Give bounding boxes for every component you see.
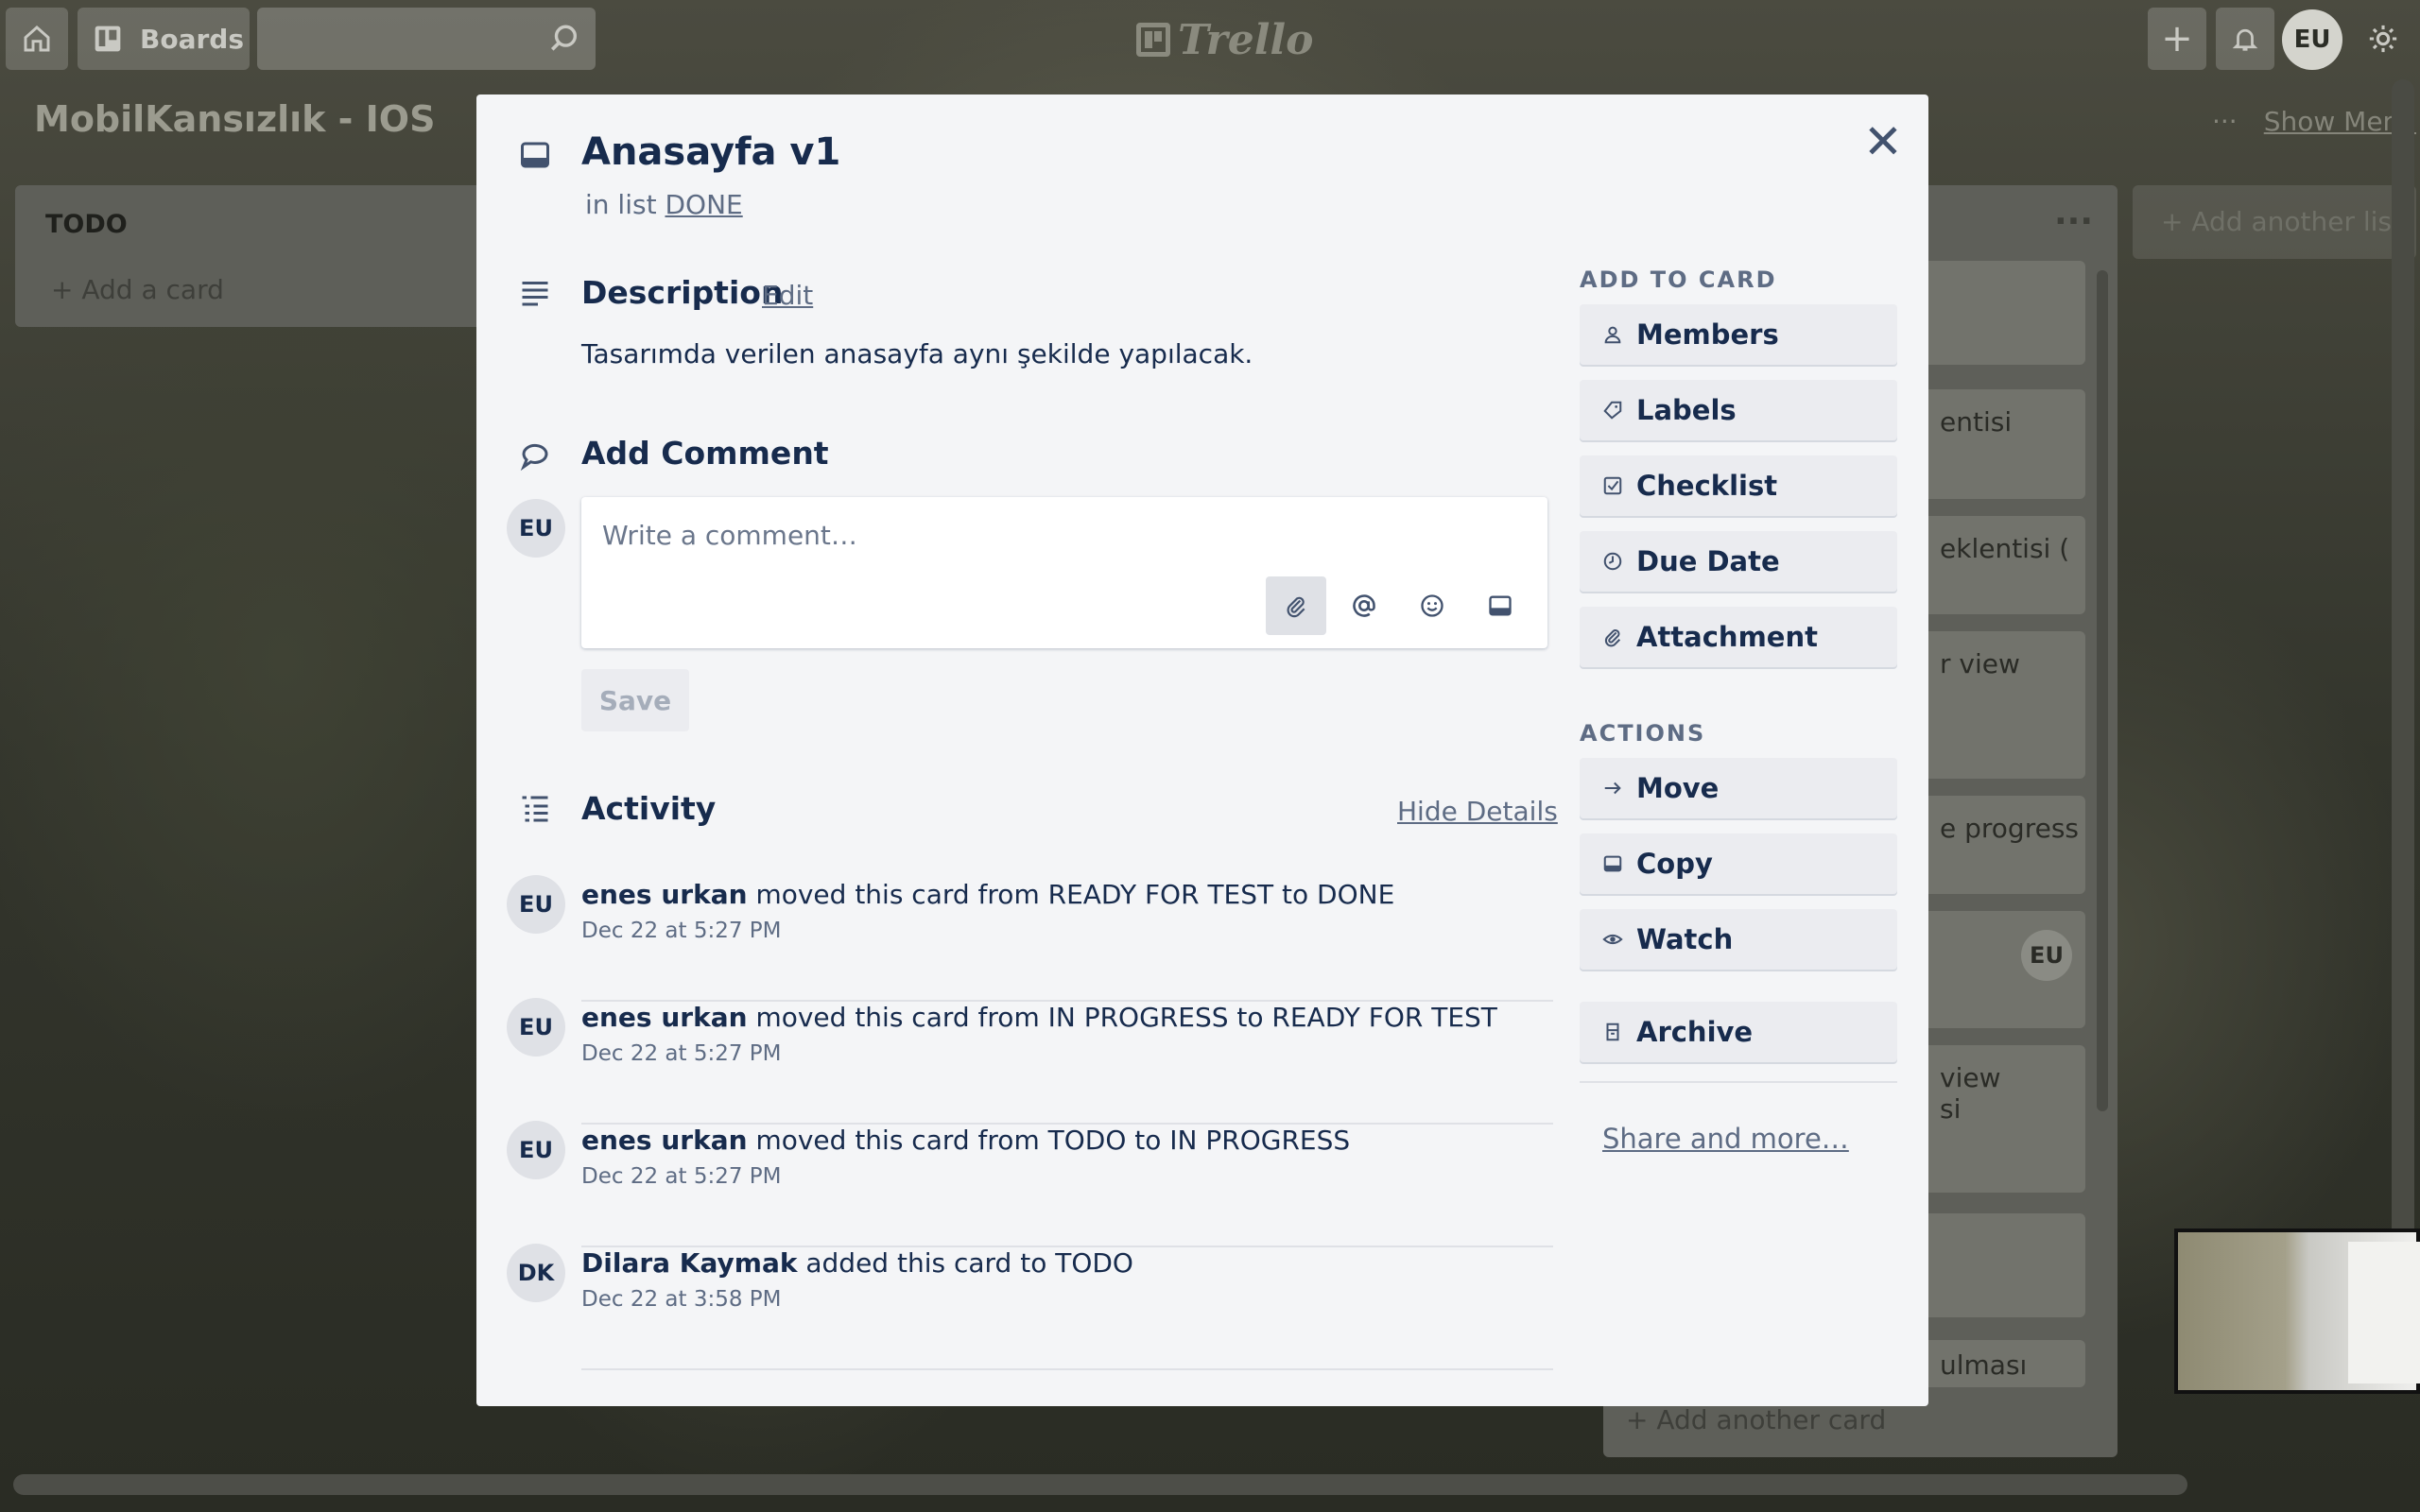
archive-icon <box>1599 1002 1627 1062</box>
activity-user[interactable]: enes urkan <box>581 879 748 910</box>
archive-label: Archive <box>1636 1016 1754 1048</box>
paperclip-icon <box>1599 607 1627 667</box>
card-icon <box>516 136 554 174</box>
activity-text: enes urkan moved this card from READY FO… <box>581 879 1394 910</box>
activity-user[interactable]: enes urkan <box>581 1125 748 1156</box>
person-icon <box>1599 304 1627 365</box>
share-and-more-link[interactable]: Share and more… <box>1602 1123 1849 1155</box>
description-text[interactable]: Tasarımda verilen anasayfa aynı şekilde … <box>581 338 1253 369</box>
hide-details-link[interactable]: Hide Details <box>1397 796 1558 827</box>
move-label: Move <box>1636 772 1720 804</box>
close-icon[interactable]: ✕ <box>1857 115 1910 168</box>
activity-time[interactable]: Dec 22 at 3:58 PM <box>581 1287 782 1312</box>
members-label: Members <box>1636 318 1779 351</box>
copy-label: Copy <box>1636 848 1713 880</box>
watch-label: Watch <box>1636 923 1734 955</box>
activity-time[interactable]: Dec 22 at 5:27 PM <box>581 1041 782 1066</box>
copy-button[interactable]: Copy <box>1580 833 1897 894</box>
attachment-label: Attachment <box>1636 621 1818 653</box>
activity-time[interactable]: Dec 22 at 5:27 PM <box>581 1164 782 1189</box>
activity-action: moved this card from READY FOR TEST to D… <box>755 879 1395 910</box>
activity-user[interactable]: Dilara Kaymak <box>581 1247 797 1279</box>
activity-item: enes urkan moved this card from TODO to … <box>581 1125 1553 1247</box>
checklist-label: Checklist <box>1636 470 1778 502</box>
comment-input[interactable]: Write a comment… <box>581 497 1547 648</box>
activity-item: enes urkan moved this card from IN PROGR… <box>581 1002 1553 1125</box>
add-comment-heading: Add Comment <box>581 435 829 472</box>
mention-icon[interactable] <box>1334 576 1394 635</box>
activity-item: Dilara Kaymak added this card to TODO De… <box>581 1247 1553 1370</box>
actions-heading: ACTIONS <box>1580 720 1706 747</box>
attachment-button[interactable]: Attachment <box>1580 607 1897 667</box>
emoji-icon[interactable] <box>1402 576 1462 635</box>
card-list-info: in list DONE <box>585 189 743 220</box>
avatar: EU <box>507 499 565 558</box>
list-link[interactable]: DONE <box>665 189 742 220</box>
checklist-button[interactable]: Checklist <box>1580 455 1897 516</box>
activity-text: enes urkan moved this card from TODO to … <box>581 1125 1350 1156</box>
avatar[interactable]: DK <box>507 1244 565 1302</box>
activity-text: enes urkan moved this card from IN PROGR… <box>581 1002 1497 1033</box>
avatar[interactable]: EU <box>507 875 565 934</box>
add-to-card-heading: ADD TO CARD <box>1580 266 1777 293</box>
card-detail-modal: ✕ Anasayfa v1 in list DONE Description E… <box>476 94 1928 1406</box>
attachment-icon[interactable] <box>1266 576 1326 635</box>
activity-item: enes urkan moved this card from READY FO… <box>581 879 1553 1002</box>
card-title[interactable]: Anasayfa v1 <box>581 130 840 174</box>
labels-button[interactable]: Labels <box>1580 380 1897 440</box>
eye-icon <box>1599 909 1627 970</box>
due-date-label: Due Date <box>1636 545 1780 577</box>
checklist-icon <box>1599 455 1627 516</box>
comment-placeholder: Write a comment… <box>602 520 857 551</box>
avatar[interactable]: EU <box>507 1121 565 1179</box>
arrow-right-icon <box>1599 758 1627 818</box>
description-icon <box>516 274 554 312</box>
description-edit-link[interactable]: Edit <box>762 280 813 311</box>
activity-user[interactable]: enes urkan <box>581 1002 748 1033</box>
members-button[interactable]: Members <box>1580 304 1897 365</box>
watch-button[interactable]: Watch <box>1580 909 1897 970</box>
activity-time[interactable]: Dec 22 at 5:27 PM <box>581 919 782 943</box>
due-date-button[interactable]: Due Date <box>1580 531 1897 592</box>
description-heading: Description <box>581 274 784 311</box>
comment-icon <box>516 437 554 474</box>
clock-icon <box>1599 531 1627 592</box>
archive-button[interactable]: Archive <box>1580 1002 1897 1062</box>
activity-text: Dilara Kaymak added this card to TODO <box>581 1247 1133 1279</box>
label-icon <box>1599 380 1627 440</box>
activity-action: moved this card from IN PROGRESS to READ… <box>755 1002 1497 1033</box>
activity-action: added this card to TODO <box>805 1247 1133 1279</box>
labels-label: Labels <box>1636 394 1737 426</box>
in-list-prefix: in list <box>585 189 657 220</box>
activity-icon <box>516 790 554 828</box>
card-link-icon[interactable] <box>1470 576 1530 635</box>
activity-action: moved this card from TODO to IN PROGRESS <box>755 1125 1351 1156</box>
save-button[interactable]: Save <box>581 669 689 731</box>
avatar[interactable]: EU <box>507 998 565 1057</box>
divider <box>1580 1081 1897 1083</box>
move-button[interactable]: Move <box>1580 758 1897 818</box>
activity-heading: Activity <box>581 790 717 827</box>
copy-card-icon <box>1599 833 1627 894</box>
